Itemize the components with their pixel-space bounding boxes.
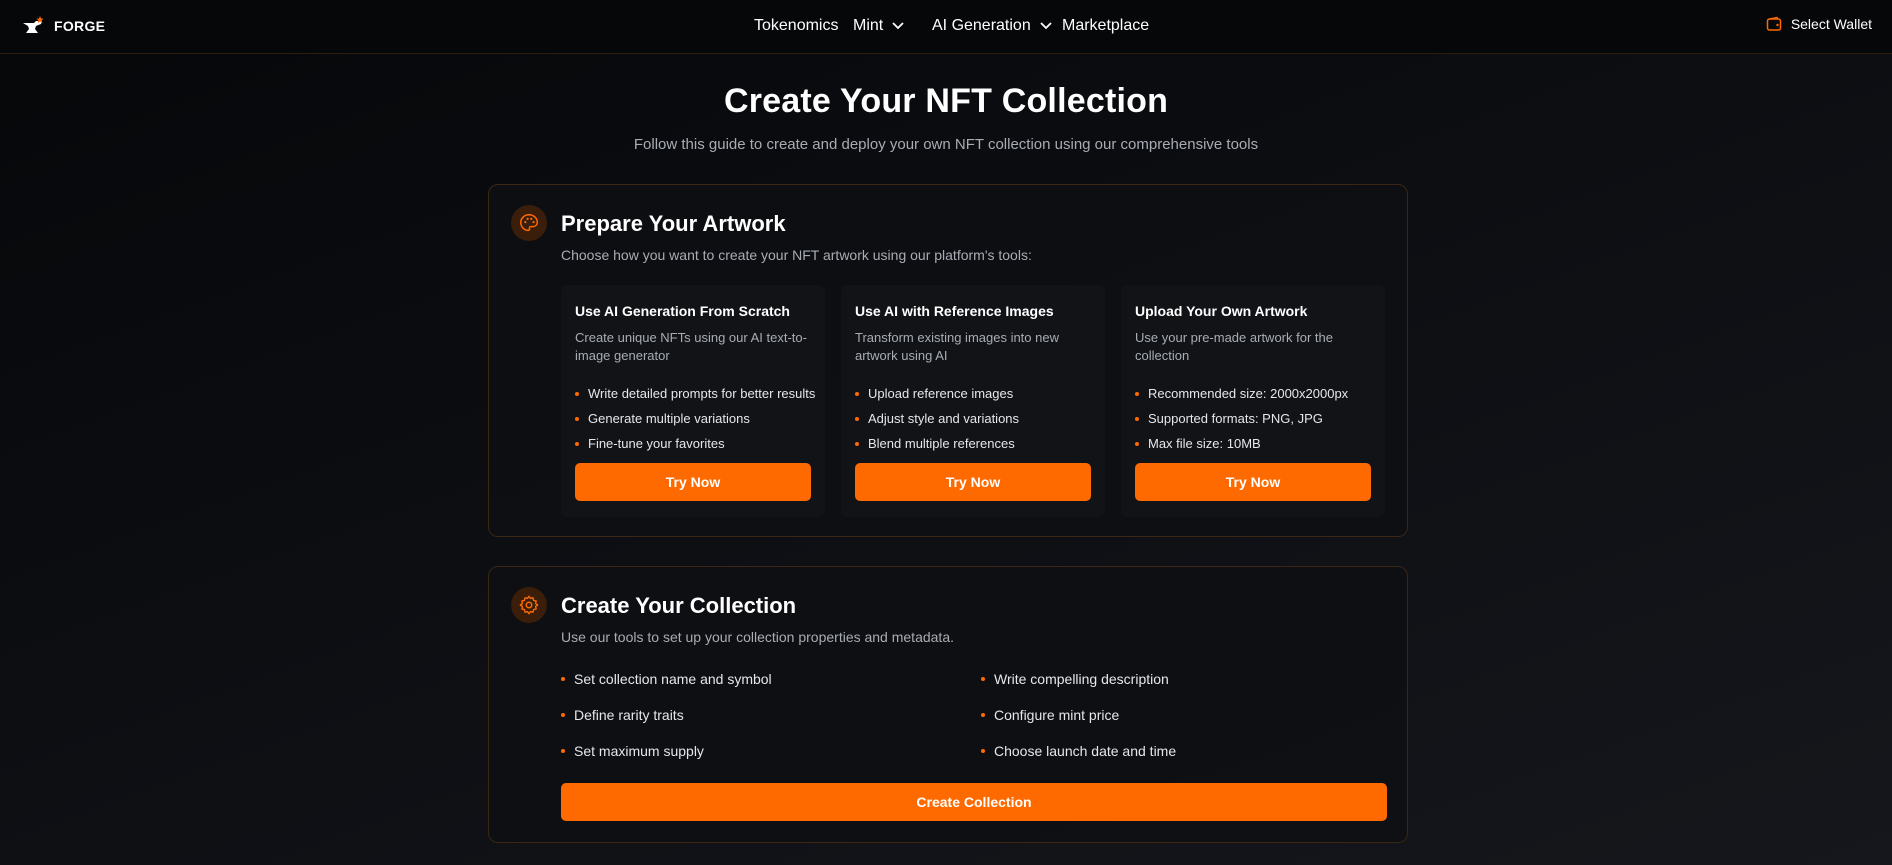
option-title: Use AI with Reference Images (855, 303, 1054, 319)
wallet-icon (1766, 16, 1782, 31)
option-bullets: Recommended size: 2000x2000px Supported … (1135, 381, 1348, 456)
chevron-down-icon (1040, 22, 1052, 30)
prepare-artwork-description: Choose how you want to create your NFT a… (561, 247, 1032, 263)
brand-logo[interactable]: FORGE (20, 13, 105, 39)
nav-tokenomics[interactable]: Tokenomics (754, 17, 838, 35)
nav-marketplace[interactable]: Marketplace (1062, 17, 1149, 35)
option-title: Use AI Generation From Scratch (575, 303, 790, 319)
create-collection-title: Create Your Collection (561, 593, 797, 618)
option-description: Create unique NFTs using our AI text-to-… (575, 330, 807, 363)
try-now-button-ai-scratch[interactable]: Try Now (575, 463, 811, 501)
list-item: Recommended size: 2000x2000px (1135, 381, 1348, 406)
prepare-artwork-title: Prepare Your Artwork (561, 211, 786, 236)
brand-name: FORGE (54, 18, 106, 34)
list-item: Generate multiple variations (575, 406, 815, 431)
list-item: Max file size: 10MB (1135, 431, 1348, 456)
gear-icon (511, 587, 547, 623)
try-now-button-ai-reference[interactable]: Try Now (855, 463, 1091, 501)
nav-mint[interactable]: Mint (853, 17, 905, 35)
option-ai-reference-images: Use AI with Reference Images Transform e… (841, 285, 1105, 517)
select-wallet-label: Select Wallet (1790, 16, 1872, 32)
list-item: Write compelling description (981, 671, 1169, 687)
option-description: Transform existing images into new artwo… (855, 330, 1059, 363)
select-wallet-button[interactable]: Select Wallet (1766, 16, 1872, 32)
nav-mint-label: Mint (853, 17, 884, 34)
page-subtitle: Follow this guide to create and deploy y… (633, 136, 1259, 153)
list-item: Configure mint price (981, 707, 1119, 723)
try-now-button-upload[interactable]: Try Now (1135, 463, 1371, 501)
list-item: Blend multiple references (855, 431, 1019, 456)
list-item: Adjust style and variations (855, 406, 1019, 431)
option-bullets: Write detailed prompts for better result… (575, 381, 815, 456)
prepare-artwork-card: Prepare Your Artwork Choose how you want… (488, 184, 1408, 537)
list-item: Fine-tune your favorites (575, 431, 815, 456)
top-navbar: FORGE Tokenomics Mint AI Generation Mark… (0, 0, 1892, 54)
nav-marketplace-label: Marketplace (1062, 17, 1150, 34)
list-item: Define rarity traits (561, 707, 684, 723)
list-item: Choose launch date and time (981, 743, 1176, 759)
create-collection-description: Use our tools to set up your collection … (561, 629, 954, 645)
nav-ai-generation-label: AI Generation (932, 17, 1031, 34)
option-title: Upload Your Own Artwork (1135, 303, 1308, 319)
create-collection-card: Create Your Collection Use our tools to … (488, 566, 1408, 843)
list-item: Write detailed prompts for better result… (575, 381, 815, 406)
option-upload-artwork: Upload Your Own Artwork Use your pre-mad… (1121, 285, 1385, 517)
nav-ai-generation[interactable]: AI Generation (932, 17, 1053, 35)
page-title: Create Your NFT Collection (723, 82, 1169, 120)
option-description: Use your pre-made artwork for the collec… (1135, 330, 1333, 363)
nav-tokenomics-label: Tokenomics (754, 17, 839, 34)
anvil-star-icon (23, 16, 44, 33)
palette-icon (511, 205, 547, 241)
list-item: Set collection name and symbol (561, 671, 772, 687)
list-item: Supported formats: PNG, JPG (1135, 406, 1348, 431)
chevron-down-icon (892, 22, 904, 30)
option-bullets: Upload reference images Adjust style and… (855, 381, 1019, 456)
list-item: Set maximum supply (561, 743, 704, 759)
create-collection-button[interactable]: Create Collection (561, 783, 1387, 821)
option-ai-from-scratch: Use AI Generation From Scratch Create un… (561, 285, 825, 517)
list-item: Upload reference images (855, 381, 1019, 406)
